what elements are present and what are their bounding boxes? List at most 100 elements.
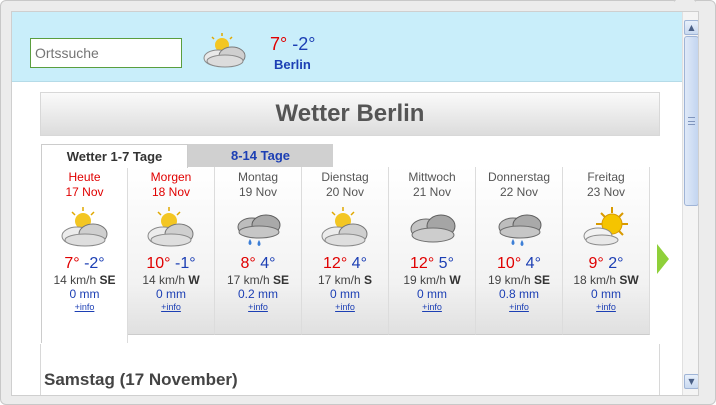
day-wind: 19 km/h SE	[476, 273, 562, 287]
wind-speed: 17 km/h	[317, 273, 361, 287]
wind-speed: 14 km/h	[53, 273, 97, 287]
vertical-scrollbar[interactable]: ▲ ▼	[682, 12, 698, 395]
day-column[interactable]: Freitag 23 Nov 9° 2° 18 km/h SW 0 mm +in…	[563, 167, 650, 335]
day-date: 19 Nov	[238, 185, 278, 199]
day-precipitation: 0 mm	[591, 287, 621, 301]
partly-cloudy-icon	[147, 207, 194, 247]
wind-direction: W	[188, 273, 200, 287]
wind-speed: 17 km/h	[226, 273, 270, 287]
day-date: 20 Nov	[325, 185, 365, 199]
info-link[interactable]: +info	[302, 302, 388, 312]
wind-direction: SE	[534, 273, 551, 287]
day-wind: 14 km/h SE	[42, 273, 127, 287]
day-temps: 12° 5°	[389, 255, 475, 273]
current-high: 7°	[270, 34, 288, 54]
tab-1-7-days[interactable]: Wetter 1-7 Tage	[41, 144, 188, 168]
day-name: Heute	[68, 170, 101, 184]
current-temps: 7° -2°	[270, 34, 315, 55]
day-column[interactable]: Heute 17 Nov 7° -2° 14 km/h SE 0 mm +inf…	[41, 167, 128, 343]
day-column[interactable]: Morgen 18 Nov 10° -1° 14 km/h W 0 mm +in…	[128, 167, 215, 335]
rain-cloud-icon	[237, 214, 281, 246]
wind-speed: 14 km/h	[142, 273, 185, 287]
partly-cloudy-icon	[203, 33, 246, 68]
wind-direction: W	[449, 273, 461, 287]
detail-row-cut	[44, 395, 656, 396]
day-high: 8°	[240, 255, 256, 272]
info-link[interactable]: +info	[476, 302, 562, 312]
search-input[interactable]	[30, 38, 182, 68]
day-column[interactable]: Mittwoch 21 Nov 12° 5° 19 km/h W 0 mm +i…	[389, 167, 476, 335]
day-low: 2°	[608, 255, 624, 272]
day-date: 18 Nov	[151, 185, 191, 199]
day-detail-section: Samstag (17 November)	[40, 344, 660, 396]
day-temps: 10° -1°	[128, 255, 214, 273]
scroll-up-button[interactable]: ▲	[684, 20, 698, 35]
wind-speed: 19 km/h	[403, 273, 446, 287]
day-low: 4°	[260, 255, 276, 272]
info-link[interactable]: +info	[42, 302, 127, 312]
day-wind: 18 km/h SW	[563, 273, 649, 287]
day-low: 4°	[351, 255, 367, 272]
day-high: 7°	[64, 255, 80, 272]
day-precipitation: 0.8 mm	[498, 287, 539, 301]
day-name: Dienstag	[321, 170, 369, 184]
day-wind: 19 km/h W	[389, 273, 475, 287]
day-name: Morgen	[150, 170, 192, 184]
wind-direction: S	[364, 273, 373, 287]
current-city[interactable]: Berlin	[274, 57, 311, 72]
day-high: 12°	[410, 255, 435, 272]
info-link[interactable]: +info	[128, 302, 214, 312]
day-temps: 8° 4°	[215, 255, 301, 273]
day-name: Donnerstag	[487, 170, 551, 184]
day-temps: 10° 4°	[476, 255, 562, 273]
info-link[interactable]: +info	[389, 302, 475, 312]
forecast-days: Heute 17 Nov 7° -2° 14 km/h SE 0 mm +inf…	[41, 167, 651, 343]
day-temps: 7° -2°	[42, 255, 127, 273]
tab-8-14-days[interactable]: 8-14 Tage	[188, 144, 333, 168]
grip-icon	[688, 117, 695, 125]
day-date: 21 Nov	[412, 185, 452, 199]
day-precipitation: 0.2 mm	[237, 287, 278, 301]
scroll-thumb[interactable]	[684, 36, 698, 206]
day-column[interactable]: Dienstag 20 Nov 12° 4° 17 km/h S 0 mm +i…	[302, 167, 389, 335]
day-high: 9°	[588, 255, 604, 272]
day-high: 10°	[146, 255, 171, 272]
weather-popup: 7° -2° Berlin Wetter Berlin Wetter 1-7 T…	[0, 0, 716, 405]
day-column[interactable]: Montag 19 Nov 8° 4° 17 km/h SE 0.2 mm +i…	[215, 167, 302, 335]
cloudy-icon	[410, 214, 456, 243]
wind-direction: SW	[619, 273, 639, 287]
info-link[interactable]: +info	[563, 302, 649, 312]
day-high: 10°	[497, 255, 522, 272]
top-bar: 7° -2° Berlin	[12, 12, 682, 82]
partly-cloudy-icon	[61, 207, 107, 247]
day-name: Mittwoch	[408, 170, 456, 184]
day-name: Montag	[237, 170, 279, 184]
day-wind: 17 km/h S	[302, 273, 388, 287]
day-high: 12°	[323, 255, 348, 272]
day-date: 17 Nov	[65, 185, 104, 199]
day-date: 23 Nov	[586, 185, 626, 199]
day-name: Freitag	[587, 170, 625, 184]
info-link[interactable]: +info	[215, 302, 301, 312]
day-precipitation: 0 mm	[330, 287, 360, 301]
day-temps: 12° 4°	[302, 255, 388, 273]
rain-cloud-icon	[498, 214, 542, 246]
page-title: Wetter Berlin	[40, 92, 660, 136]
day-precipitation: 0 mm	[69, 287, 100, 301]
day-wind: 14 km/h W	[128, 273, 214, 287]
day-low: -2°	[84, 255, 105, 272]
current-low: -2°	[292, 34, 316, 54]
wind-speed: 18 km/h	[573, 273, 616, 287]
day-column[interactable]: Donnerstag 22 Nov 10° 4° 19 km/h SE 0.8 …	[476, 167, 563, 335]
day-precipitation: 0 mm	[417, 287, 447, 301]
day-precipitation: 0 mm	[156, 287, 186, 301]
day-date: 22 Nov	[499, 185, 539, 199]
day-low: 4°	[525, 255, 541, 272]
day-low: -1°	[175, 255, 196, 272]
next-arrow-icon[interactable]	[657, 244, 669, 274]
scroll-down-button[interactable]: ▼	[684, 374, 698, 389]
day-low: 5°	[438, 255, 454, 272]
sunny-cloud-icon	[583, 207, 628, 246]
partly-cloudy-icon	[321, 207, 368, 247]
weather-frame: 7° -2° Berlin Wetter Berlin Wetter 1-7 T…	[11, 11, 699, 396]
